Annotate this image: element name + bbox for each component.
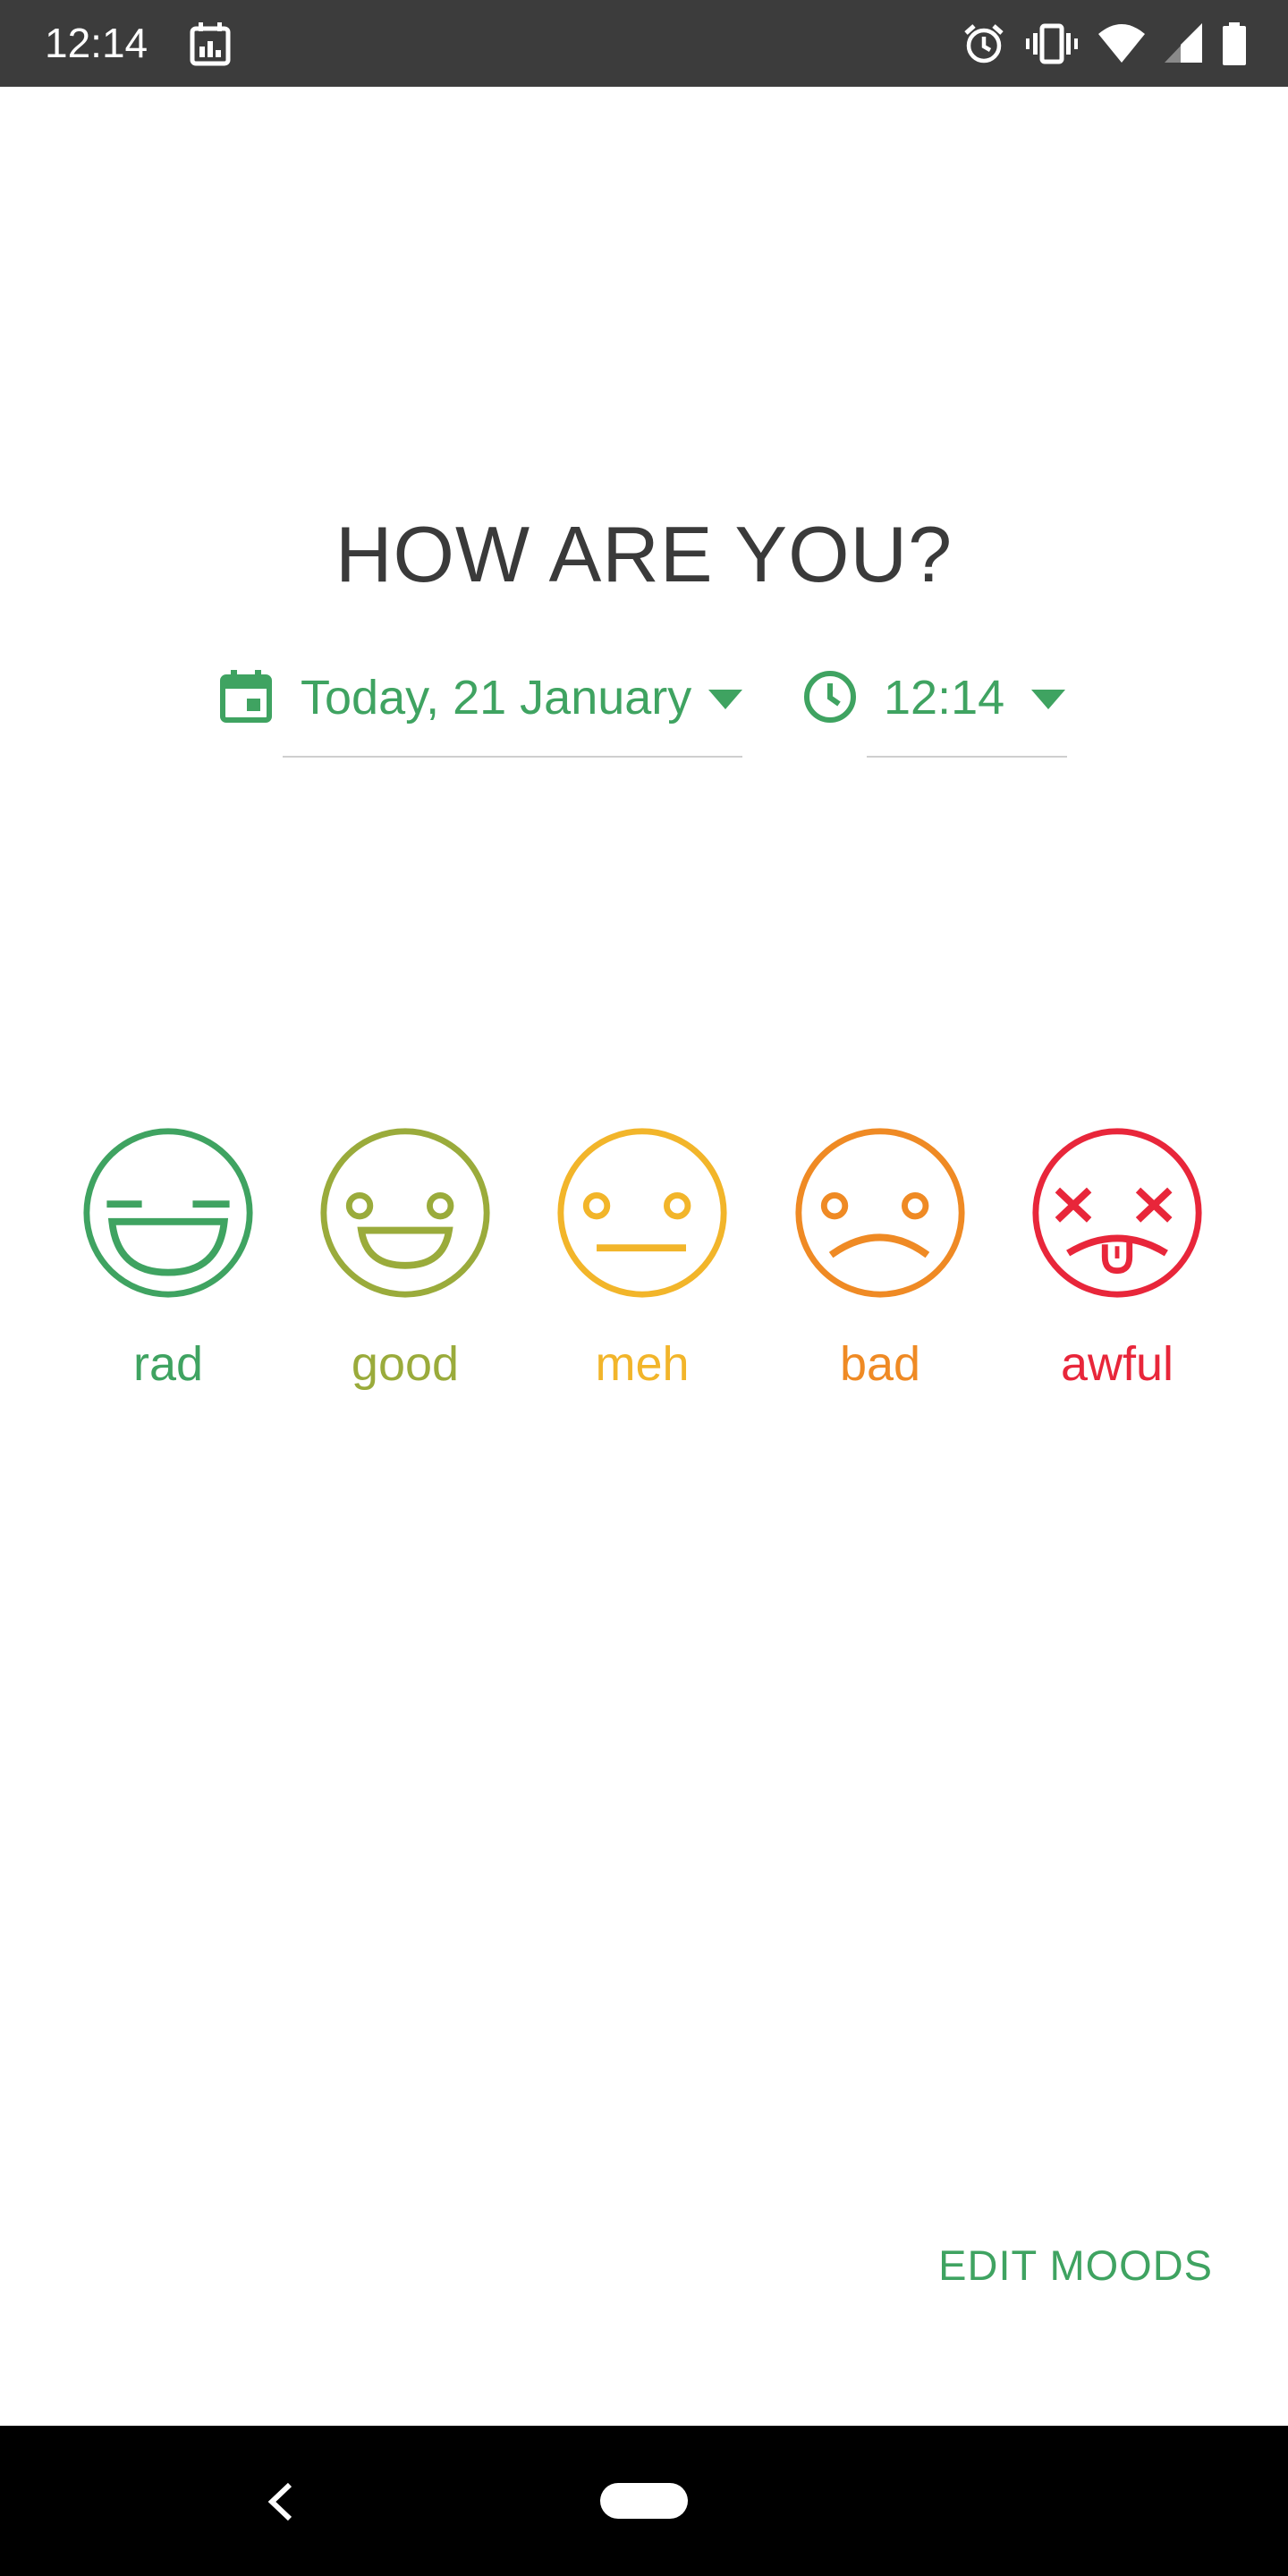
mood-label: meh (595, 1337, 690, 1391)
clock-icon[interactable] (801, 668, 859, 725)
signal-icon (1165, 23, 1202, 63)
status-icons (962, 20, 1247, 68)
calendar-icon[interactable] (218, 668, 274, 724)
mood-awful[interactable]: awful (1019, 1125, 1216, 1394)
status-time: 12:14 (45, 20, 148, 66)
time-dropdown[interactable]: 12:14 (867, 657, 1067, 758)
chevron-down-icon (708, 690, 742, 709)
time-value: 12:14 (884, 671, 1005, 724)
bad-face-icon (795, 1128, 965, 1298)
navigation-bar (0, 2426, 1288, 2576)
mood-label: awful (1060, 1337, 1174, 1391)
mood-label: bad (839, 1337, 921, 1391)
battery-icon (1223, 22, 1246, 65)
screen: 12:14 HOW ARE YOU? Today, 21 January 12:… (0, 0, 1288, 2576)
date-value: Today, 21 January (301, 671, 692, 724)
mood-label: rad (132, 1337, 204, 1391)
vibrate-icon (1026, 23, 1078, 64)
edit-moods-button[interactable]: EDIT MOODS (938, 2239, 1213, 2292)
alarm-icon (964, 24, 1004, 64)
status-bar: 12:14 (0, 0, 1288, 87)
mood-rad[interactable]: rad (70, 1125, 267, 1394)
mood-label: good (351, 1337, 460, 1391)
back-icon[interactable] (263, 2481, 299, 2522)
mood-options: rad good meh bad awful (0, 1125, 1288, 1394)
wifi-icon (1098, 24, 1145, 63)
mood-meh[interactable]: meh (544, 1125, 741, 1394)
good-face-icon (320, 1128, 490, 1298)
chevron-down-icon (1031, 690, 1065, 709)
meh-face-icon (557, 1128, 727, 1298)
rad-face-icon (83, 1128, 253, 1298)
mood-bad[interactable]: bad (782, 1125, 979, 1394)
home-pill-icon[interactable] (600, 2483, 688, 2519)
page-title: HOW ARE YOU? (335, 510, 953, 598)
date-time-row: Today, 21 January 12:14 (0, 657, 1288, 765)
awful-face-icon (1032, 1128, 1202, 1298)
mood-good[interactable]: good (307, 1125, 504, 1394)
calendar-icon (190, 22, 231, 66)
date-dropdown[interactable]: Today, 21 January (283, 657, 742, 758)
